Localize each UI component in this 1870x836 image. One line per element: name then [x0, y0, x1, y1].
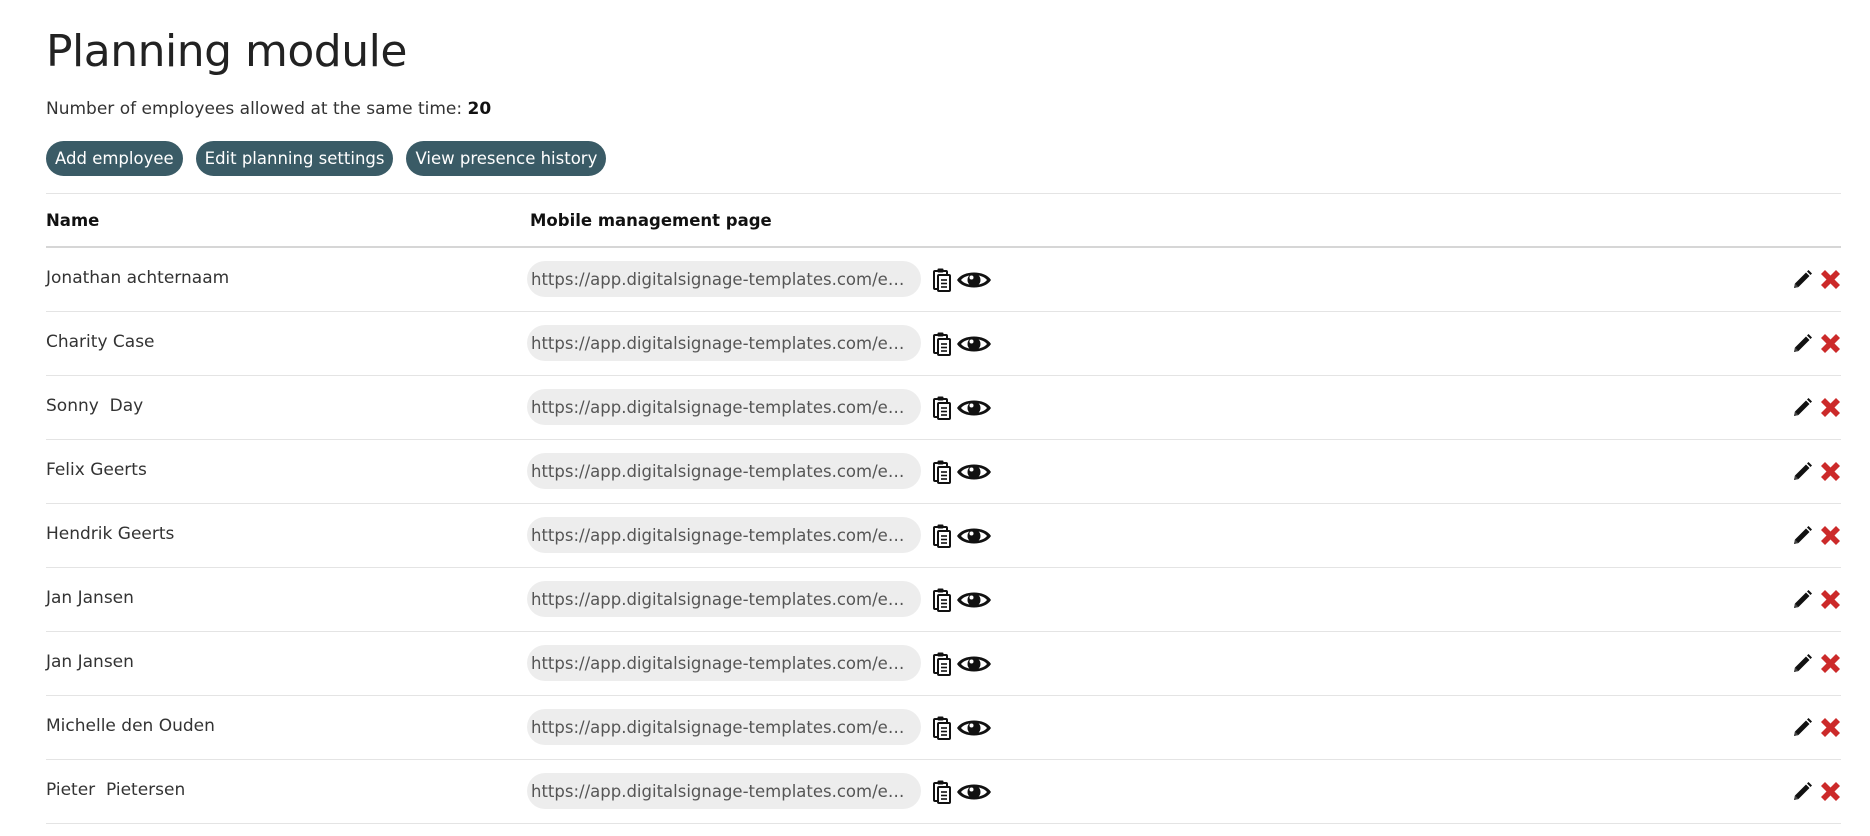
mobile-page-url-field[interactable] [527, 389, 921, 425]
eye-icon[interactable] [955, 393, 993, 423]
employee-name: Sonny Day [46, 396, 144, 416]
employee-name: Felix Geerts [46, 460, 147, 480]
column-header-name: Name [46, 211, 100, 230]
employee-name: Hendrik Geerts [46, 524, 175, 544]
page-title: Planning module [46, 26, 407, 77]
close-icon[interactable] [1818, 395, 1843, 420]
table-row: Jan Jansen [46, 568, 1841, 632]
action-buttons: Add employee Edit planning settings View… [46, 141, 607, 176]
mobile-page-url-field[interactable] [527, 325, 921, 361]
mobile-page-url-field[interactable] [527, 261, 921, 297]
employee-name: Michelle den Ouden [46, 716, 215, 736]
mobile-page-url-field[interactable] [527, 581, 921, 617]
close-icon[interactable] [1818, 459, 1843, 484]
pencil-icon[interactable] [1790, 652, 1814, 676]
close-icon[interactable] [1818, 523, 1843, 548]
eye-icon[interactable] [955, 457, 993, 487]
table-row: Felix Geerts [46, 440, 1841, 504]
close-icon[interactable] [1818, 779, 1843, 804]
pencil-icon[interactable] [1790, 268, 1814, 292]
mobile-page-url-field[interactable] [527, 709, 921, 745]
employees-allowed-info: Number of employees allowed at the same … [46, 98, 491, 120]
mobile-page-url-field[interactable] [527, 773, 921, 809]
employees-table: Name Mobile management page Jonathan ach… [46, 193, 1841, 824]
pencil-icon[interactable] [1790, 780, 1814, 804]
clipboard-icon[interactable] [931, 522, 953, 550]
employee-name: Jonathan achternaam [46, 268, 230, 288]
table-body: Jonathan achternaam https://app.digitals… [46, 248, 1841, 824]
view-presence-history-button[interactable]: View presence history [406, 141, 607, 176]
add-employee-button[interactable]: Add employee [46, 141, 183, 176]
pencil-icon[interactable] [1790, 332, 1814, 356]
table-row: Jonathan achternaam [46, 248, 1841, 312]
eye-icon[interactable] [955, 777, 993, 807]
eye-icon[interactable] [955, 521, 993, 551]
clipboard-icon[interactable] [931, 394, 953, 422]
column-header-mobile-page: Mobile management page [530, 211, 772, 230]
employees-allowed-label: Number of employees allowed at the same … [46, 99, 463, 119]
eye-icon[interactable] [955, 649, 993, 679]
employee-name: Charity Case [46, 332, 155, 352]
close-icon[interactable] [1818, 331, 1843, 356]
clipboard-icon[interactable] [931, 330, 953, 358]
employee-name: Jan Jansen [46, 652, 134, 672]
pencil-icon[interactable] [1790, 524, 1814, 548]
planning-module-page: Planning module Number of employees allo… [0, 0, 1870, 836]
table-row: Charity Case [46, 312, 1841, 376]
table-row: Pieter Pietersen [46, 760, 1841, 824]
mobile-page-url-field[interactable] [527, 517, 921, 553]
employee-name: Jan Jansen [46, 588, 134, 608]
clipboard-icon[interactable] [931, 586, 953, 614]
eye-icon[interactable] [955, 713, 993, 743]
pencil-icon[interactable] [1790, 396, 1814, 420]
clipboard-icon[interactable] [931, 650, 953, 678]
pencil-icon[interactable] [1790, 716, 1814, 740]
pencil-icon[interactable] [1790, 588, 1814, 612]
table-row: Jan Jansen [46, 632, 1841, 696]
mobile-page-url-field[interactable] [527, 453, 921, 489]
clipboard-icon[interactable] [931, 266, 953, 294]
edit-planning-settings-button[interactable]: Edit planning settings [195, 141, 394, 176]
pencil-icon[interactable] [1790, 460, 1814, 484]
table-row: Michelle den Ouden [46, 696, 1841, 760]
employee-name: Pieter Pietersen [46, 780, 186, 800]
clipboard-icon[interactable] [931, 458, 953, 486]
mobile-page-url-field[interactable] [527, 645, 921, 681]
eye-icon[interactable] [955, 265, 993, 295]
close-icon[interactable] [1818, 587, 1843, 612]
employees-allowed-value: 20 [467, 99, 492, 119]
table-row: Hendrik Geerts [46, 504, 1841, 568]
table-row: Sonny Day [46, 376, 1841, 440]
clipboard-icon[interactable] [931, 778, 953, 806]
close-icon[interactable] [1818, 715, 1843, 740]
eye-icon[interactable] [955, 585, 993, 615]
close-icon[interactable] [1818, 267, 1843, 292]
table-header: Name Mobile management page [46, 193, 1841, 248]
close-icon[interactable] [1818, 651, 1843, 676]
clipboard-icon[interactable] [931, 714, 953, 742]
eye-icon[interactable] [955, 329, 993, 359]
